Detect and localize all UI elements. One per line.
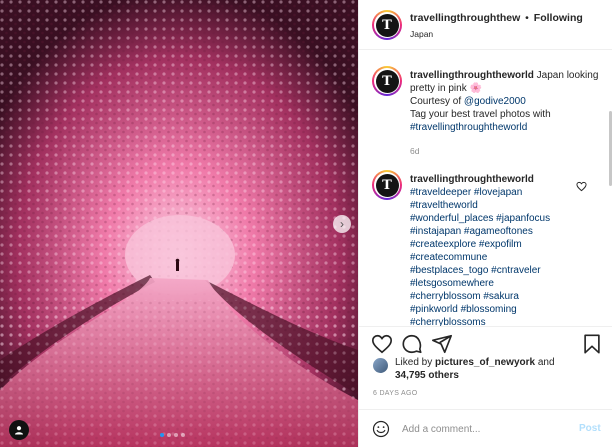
hashtag-line[interactable]: #letsgosomewhere bbox=[410, 278, 494, 289]
header-username[interactable]: travellingthroughthew bbox=[410, 12, 520, 24]
likes-count[interactable]: 34,795 others bbox=[395, 370, 459, 381]
comment-input[interactable] bbox=[402, 420, 572, 438]
comments-area[interactable]: T travellingthroughtheworld Japan lookin… bbox=[359, 51, 612, 326]
hashtag-line[interactable]: #createexplore #expofilm bbox=[410, 239, 522, 250]
liker-username[interactable]: pictures_of_newyork bbox=[435, 357, 535, 368]
carousel-indicator bbox=[160, 433, 185, 437]
comment-like-icon[interactable] bbox=[576, 181, 587, 192]
hashtag-line[interactable]: #pinkworld #blossoming bbox=[410, 304, 517, 315]
comment-text: travellingthroughtheworld #traveldeeper … bbox=[410, 173, 600, 326]
comment-username[interactable]: travellingthroughtheworld bbox=[410, 174, 534, 185]
caption-text: travellingthroughtheworld Japan looking … bbox=[410, 69, 600, 134]
carousel-dot bbox=[174, 433, 178, 437]
cherry-blossom-tunnel-image bbox=[0, 0, 358, 447]
following-button[interactable]: Following bbox=[534, 12, 583, 24]
hashtag-line[interactable]: #cherryblossoms bbox=[410, 317, 486, 326]
location-link[interactable]: Japan bbox=[410, 29, 433, 39]
caption-line2: Courtesy of bbox=[410, 96, 462, 107]
post-header: T travellingthroughthew • Following Japa… bbox=[359, 0, 612, 50]
post-photo[interactable]: › bbox=[0, 0, 358, 447]
user-tag-icon bbox=[15, 426, 23, 435]
next-slide-button[interactable]: › bbox=[333, 215, 351, 233]
hashtag-line[interactable]: #createcommune bbox=[410, 252, 487, 263]
header-username-row: travellingthroughthew • Following bbox=[410, 12, 583, 24]
comment-avatar[interactable]: T bbox=[372, 170, 402, 200]
separator-dot: • bbox=[525, 12, 529, 24]
user-tag-button[interactable] bbox=[9, 420, 29, 440]
comment-composer: Post bbox=[359, 409, 612, 447]
bookmark-icon bbox=[584, 334, 600, 354]
liked-by-label: Liked by bbox=[395, 357, 433, 368]
cherry-blossom-emoji: 🌸 bbox=[469, 83, 482, 94]
hashtag-line[interactable]: #bestplaces_togo #cntraveler bbox=[410, 265, 541, 276]
caption-hashtag[interactable]: #travellingthroughtheworld bbox=[410, 122, 527, 133]
hashtag-line[interactable]: #instajapan #agameoftones bbox=[410, 226, 533, 237]
author-avatar[interactable]: T bbox=[372, 10, 402, 40]
post-side-panel: T travellingthroughthew • Following Japa… bbox=[358, 0, 612, 447]
hashtag-line[interactable]: #traveltheworld bbox=[410, 200, 478, 211]
post-timestamp[interactable]: 6 DAYS AGO bbox=[373, 390, 418, 397]
carousel-dot bbox=[160, 433, 164, 437]
chevron-right-icon: › bbox=[340, 217, 344, 231]
hashtag-line[interactable]: #cherryblossom #sakura bbox=[410, 291, 519, 302]
hashtag-line[interactable]: #traveldeeper #lovejapan bbox=[410, 187, 522, 198]
carousel-dot bbox=[167, 433, 171, 437]
likes-and: and bbox=[537, 357, 555, 368]
caption-avatar[interactable]: T bbox=[372, 66, 402, 96]
save-button[interactable] bbox=[581, 333, 603, 355]
share-button[interactable] bbox=[431, 333, 453, 355]
post-comment-button[interactable]: Post bbox=[579, 423, 601, 434]
hashtag-line[interactable]: #wonderful_places #japanfocus bbox=[410, 213, 550, 224]
like-button[interactable] bbox=[371, 333, 393, 355]
liker-avatar[interactable] bbox=[373, 358, 388, 373]
carousel-dot bbox=[181, 433, 185, 437]
likes-text: Liked by pictures_of_newyork and 34,795 … bbox=[395, 356, 595, 382]
caption-line3: Tag your best travel photos with bbox=[410, 109, 551, 120]
share-icon bbox=[432, 334, 452, 354]
caption-username[interactable]: travellingthroughtheworld bbox=[410, 70, 534, 81]
caption-age: 6d bbox=[410, 146, 420, 156]
caption-mention[interactable]: @godive2000 bbox=[464, 96, 526, 107]
comment-icon bbox=[402, 334, 422, 354]
heart-icon bbox=[372, 334, 392, 354]
comment-button[interactable] bbox=[401, 333, 423, 355]
emoji-icon[interactable] bbox=[372, 420, 390, 438]
